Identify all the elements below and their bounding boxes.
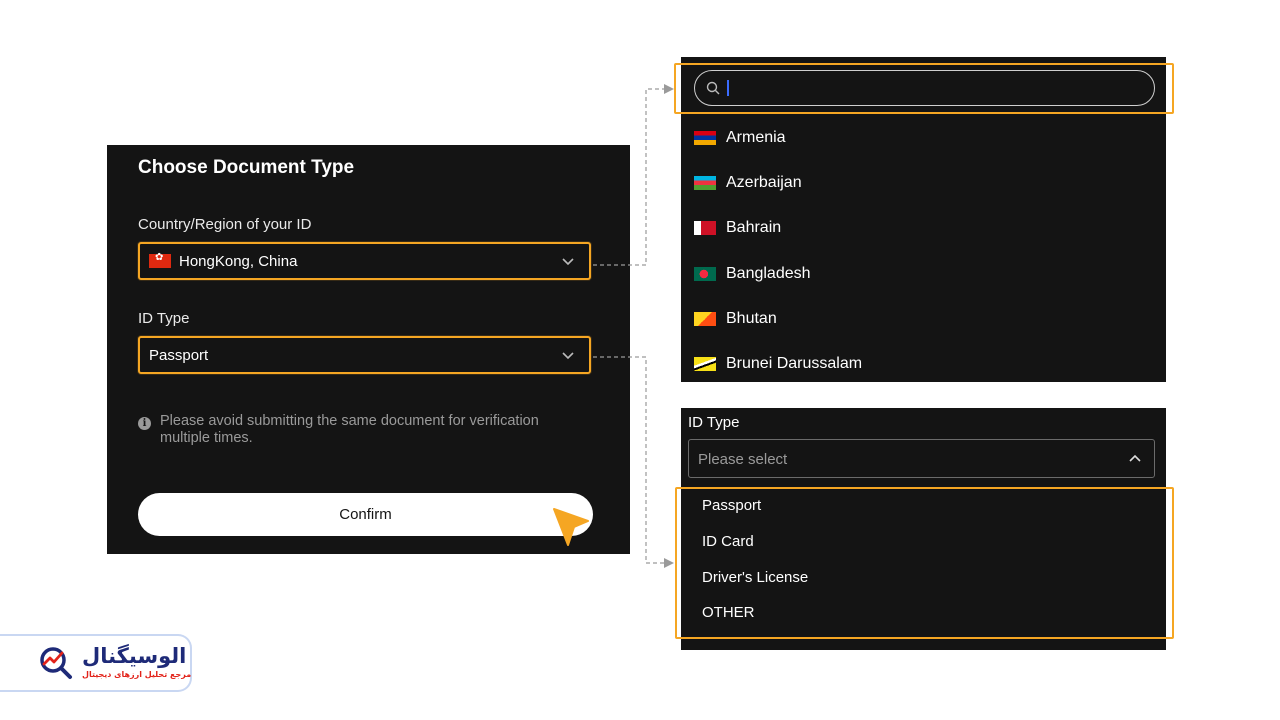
bahrain-flag-icon	[694, 221, 716, 235]
country-option-label: Bhutan	[726, 310, 777, 327]
id-type-label: ID Type	[138, 310, 190, 327]
bangladesh-flag-icon	[694, 267, 716, 281]
pointer-cursor-icon	[553, 508, 589, 546]
connector-arrow-icon	[664, 84, 674, 94]
logo-subtitle: مرجع تحلیل ارزهای دیجیتال	[82, 670, 192, 679]
info-icon: i	[138, 417, 151, 430]
logo-magnifier-icon	[40, 647, 72, 679]
notice-text: Please avoid submitting the same documen…	[160, 413, 539, 446]
id-type-select-value: Passport	[149, 346, 209, 364]
country-option-azerbaijan[interactable]: Azerbaijan	[694, 171, 802, 195]
verification-notice: i Please avoid submitting the same docum…	[138, 413, 568, 447]
search-highlight-frame	[674, 63, 1174, 114]
country-option-label: Azerbaijan	[726, 174, 802, 191]
country-option-label: Armenia	[726, 129, 786, 146]
id-type-select[interactable]: Passport	[138, 336, 591, 374]
hongkong-flag-icon	[149, 252, 171, 268]
bhutan-flag-icon	[694, 312, 716, 326]
armenia-flag-icon	[694, 131, 716, 145]
country-option-brunei[interactable]: Brunei Darussalam	[694, 352, 862, 376]
country-label: Country/Region of your ID	[138, 216, 312, 233]
country-option-label: Bahrain	[726, 219, 782, 236]
confirm-button[interactable]: Confirm	[138, 493, 593, 536]
country-option-bangladesh[interactable]: Bangladesh	[694, 262, 811, 286]
country-option-label: Bangladesh	[726, 265, 811, 282]
country-option-bhutan[interactable]: Bhutan	[694, 307, 777, 331]
brunei-flag-icon	[694, 357, 716, 371]
country-option-armenia[interactable]: Armenia	[694, 126, 786, 150]
id-type-placeholder: Please select	[698, 451, 788, 468]
country-option-label: Brunei Darussalam	[726, 355, 863, 372]
id-type-dropdown-select[interactable]: Please select	[688, 439, 1155, 478]
country-select[interactable]: HongKong, China	[138, 242, 591, 280]
country-option-bahrain[interactable]: Bahrain	[694, 216, 781, 240]
connector-arrow-icon	[664, 558, 674, 568]
document-type-panel: Choose Document Type Country/Region of y…	[107, 145, 630, 554]
country-select-value: HongKong, China	[179, 252, 298, 270]
chevron-down-icon	[562, 258, 574, 266]
chevron-down-icon	[562, 352, 574, 360]
logo-title: الوسیگنال	[82, 644, 187, 668]
options-highlight-frame	[675, 487, 1174, 639]
azerbaijan-flag-icon	[694, 176, 716, 190]
id-type-dropdown-label: ID Type	[688, 414, 740, 431]
chevron-up-icon	[1129, 454, 1141, 462]
panel-title: Choose Document Type	[138, 157, 355, 178]
